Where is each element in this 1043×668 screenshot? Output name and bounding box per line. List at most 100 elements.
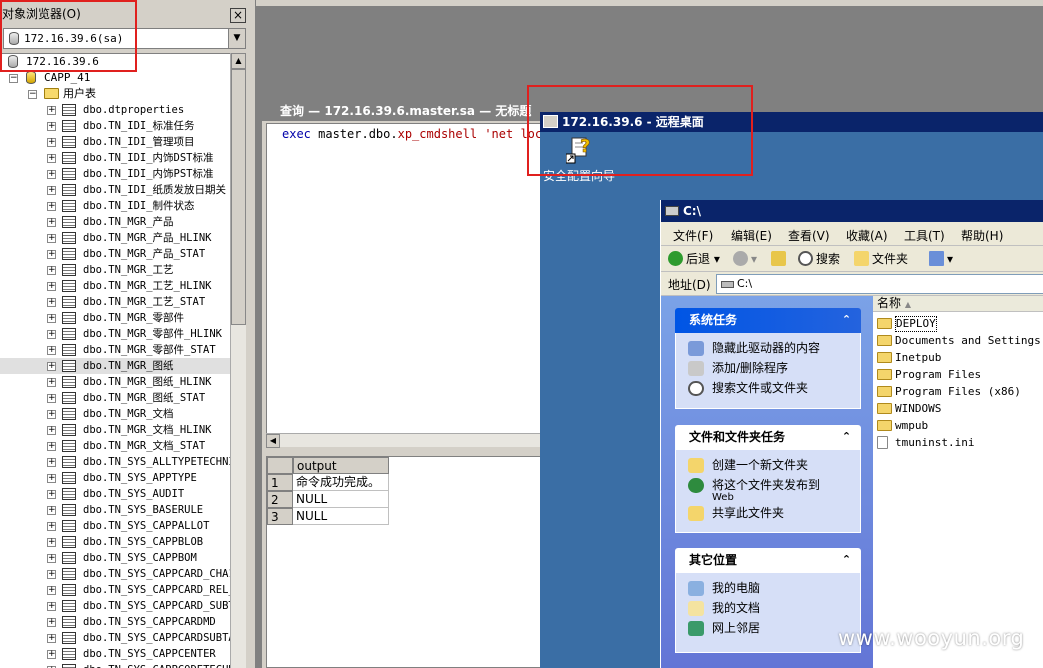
table-row[interactable]: + dbo.TN_MGR_零部件_STAT <box>0 342 230 358</box>
expand-icon[interactable]: + <box>47 634 56 643</box>
menu-help[interactable]: 帮助(H) <box>961 227 1003 244</box>
expand-icon[interactable]: + <box>47 442 56 451</box>
system-tasks-header[interactable]: 系统任务 ⌃ <box>675 308 861 333</box>
table-row[interactable]: + dbo.TN_SYS_CAPPALLOT <box>0 518 230 534</box>
table-row[interactable]: + dbo.TN_MGR_文档 <box>0 406 230 422</box>
table-row[interactable]: + dbo.TN_MGR_零部件_HLINK <box>0 326 230 342</box>
expand-icon[interactable]: + <box>47 202 56 211</box>
column-header-name[interactable]: 名称 ▲ <box>873 296 1043 312</box>
expand-icon[interactable]: + <box>47 250 56 259</box>
table-row[interactable]: + dbo.TN_MGR_文档_STAT <box>0 438 230 454</box>
expand-icon[interactable]: + <box>47 154 56 163</box>
expand-icon[interactable]: + <box>47 298 56 307</box>
expand-icon[interactable]: + <box>47 378 56 387</box>
table-row[interactable]: + dbo.TN_IDI_管理项目 <box>0 134 230 150</box>
file-tasks-header[interactable]: 文件和文件夹任务 ⌃ <box>675 425 861 450</box>
table-row[interactable]: + dbo.TN_IDI_内饰PST标准 <box>0 166 230 182</box>
table-row[interactable]: + dbo.TN_MGR_图纸_HLINK <box>0 374 230 390</box>
table-row[interactable]: + dbo.TN_IDI_纸质发放日期关 <box>0 182 230 198</box>
table-row[interactable]: + dbo.TN_IDI_制件状态 <box>0 198 230 214</box>
editor-hscrollbar[interactable]: ◀ <box>266 433 552 448</box>
collapse-icon[interactable]: − <box>9 74 18 83</box>
expand-icon[interactable]: + <box>47 138 56 147</box>
expand-icon[interactable]: + <box>47 186 56 195</box>
menu-tools[interactable]: 工具(T) <box>904 227 945 244</box>
menu-view[interactable]: 查看(V) <box>788 227 830 244</box>
other-places-header[interactable]: 其它位置 ⌃ <box>675 548 861 573</box>
chevron-down-icon[interactable]: ▼ <box>228 29 245 48</box>
tree-scrollbar[interactable]: ▲ <box>230 53 246 668</box>
menu-file[interactable]: 文件(F) <box>673 227 713 244</box>
address-input[interactable]: C:\ <box>716 274 1043 294</box>
collapse-chevron-icon[interactable]: ⌃ <box>840 431 853 444</box>
query-editor[interactable] <box>266 123 552 441</box>
table-row[interactable]: + dbo.TN_MGR_产品 <box>0 214 230 230</box>
grid-cell[interactable]: NULL <box>293 508 389 525</box>
expand-icon[interactable]: + <box>47 266 56 275</box>
expand-icon[interactable]: + <box>47 490 56 499</box>
table-row[interactable]: + dbo.TN_MGR_工艺_HLINK <box>0 278 230 294</box>
expand-icon[interactable]: + <box>47 362 56 371</box>
expand-icon[interactable]: + <box>47 314 56 323</box>
up-folder-button[interactable] <box>771 250 789 268</box>
expand-icon[interactable]: + <box>47 474 56 483</box>
views-button[interactable]: ▾ <box>929 250 953 268</box>
close-icon[interactable]: × <box>230 8 246 23</box>
grid-column-header[interactable]: output <box>293 457 389 474</box>
forward-button[interactable]: ▾ <box>733 250 757 268</box>
grid-cell[interactable]: 命令成功完成。 <box>293 474 389 491</box>
table-row[interactable]: + dbo.TN_SYS_CAPPCARD_CHA1 <box>0 566 230 582</box>
expand-icon[interactable]: + <box>47 554 56 563</box>
scroll-up-icon[interactable]: ▲ <box>231 53 246 69</box>
grid-row-number[interactable]: 3 <box>267 508 293 525</box>
search-button[interactable]: 搜索 <box>798 250 840 268</box>
table-row[interactable]: + dbo.TN_MGR_文档_HLINK <box>0 422 230 438</box>
expand-icon[interactable]: + <box>47 586 56 595</box>
expand-icon[interactable]: + <box>47 410 56 419</box>
tree-item-database[interactable]: − CAPP_41 <box>0 70 230 86</box>
table-row[interactable]: +dbo.TN_SYS_CAPPCODETECHNI <box>0 662 230 668</box>
expand-icon[interactable]: + <box>47 218 56 227</box>
expand-icon[interactable]: + <box>47 346 56 355</box>
table-row[interactable]: + dbo.dtproperties <box>0 102 230 118</box>
table-row[interactable]: + dbo.TN_MGR_产品_STAT <box>0 246 230 262</box>
expand-icon[interactable]: + <box>47 506 56 515</box>
table-row[interactable]: + dbo.TN_IDI_标准任务 <box>0 118 230 134</box>
menu-favorites[interactable]: 收藏(A) <box>846 227 888 244</box>
table-row[interactable]: + dbo.TN_MGR_工艺 <box>0 262 230 278</box>
table-row[interactable]: + dbo.TN_SYS_CAPPCARD_REL_C <box>0 582 230 598</box>
grid-row-number[interactable]: 1 <box>267 474 293 491</box>
menu-edit[interactable]: 编辑(E) <box>731 227 772 244</box>
expand-icon[interactable]: + <box>47 330 56 339</box>
table-row[interactable]: + dbo.TN_MGR_产品_HLINK <box>0 230 230 246</box>
table-row[interactable]: + dbo.TN_MGR_图纸_STAT <box>0 390 230 406</box>
table-row[interactable]: + dbo.TN_SYS_AUDIT <box>0 486 230 502</box>
expand-icon[interactable]: + <box>47 650 56 659</box>
grid-cell[interactable]: NULL <box>293 491 389 508</box>
collapse-chevron-icon[interactable]: ⌃ <box>840 554 853 567</box>
expand-icon[interactable]: + <box>47 106 56 115</box>
scroll-left-icon[interactable]: ◀ <box>266 434 280 448</box>
table-row[interactable]: + dbo.TN_MGR_零部件 <box>0 310 230 326</box>
collapse-icon[interactable]: − <box>28 90 37 99</box>
table-row[interactable]: + dbo.TN_SYS_CAPPCARDSUBTAI <box>0 630 230 646</box>
expand-icon[interactable]: + <box>47 282 56 291</box>
expand-icon[interactable]: + <box>47 538 56 547</box>
expand-icon[interactable]: + <box>47 602 56 611</box>
tree-item-user-tables[interactable]: − 用户表 <box>0 86 230 102</box>
folders-button[interactable]: 文件夹 <box>854 250 908 268</box>
back-button[interactable]: 后退 ▾ <box>668 250 720 268</box>
expand-icon[interactable]: + <box>47 394 56 403</box>
table-row[interactable]: + dbo.TN_SYS_CAPPCARD_SUBTA <box>0 598 230 614</box>
table-row[interactable]: + dbo.TN_SYS_APPTYPE <box>0 470 230 486</box>
table-row[interactable]: + dbo.TN_MGR_工艺_STAT <box>0 294 230 310</box>
table-row[interactable]: + dbo.TN_SYS_CAPPBOM <box>0 550 230 566</box>
table-row[interactable]: + dbo.TN_SYS_CAPPCENTER <box>0 646 230 662</box>
table-row[interactable]: + dbo.TN_MGR_图纸 <box>0 358 230 374</box>
scroll-thumb[interactable] <box>231 69 246 325</box>
grid-row-number[interactable]: 2 <box>267 491 293 508</box>
table-row[interactable]: + dbo.TN_SYS_ALLTYPETECHNIC <box>0 454 230 470</box>
table-row[interactable]: + dbo.TN_SYS_BASERULE <box>0 502 230 518</box>
expand-icon[interactable]: + <box>47 234 56 243</box>
table-row[interactable]: + dbo.TN_SYS_CAPPBLOB <box>0 534 230 550</box>
